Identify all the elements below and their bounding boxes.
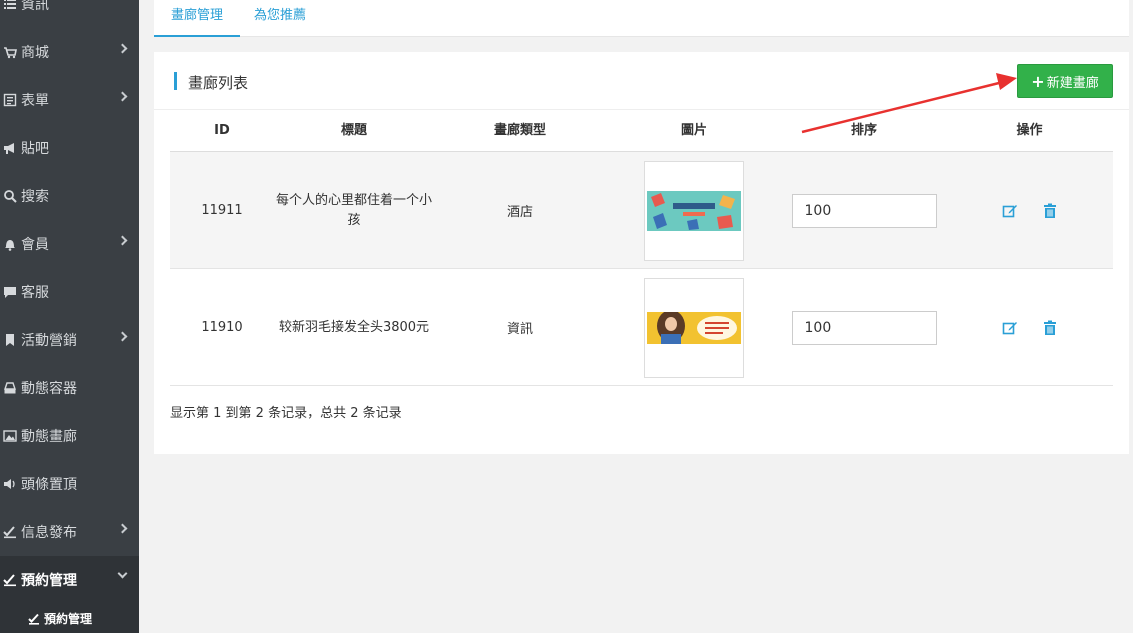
sidebar-item-label: 搜索 [21, 189, 49, 205]
bell-icon [3, 237, 17, 251]
form-icon [3, 93, 17, 107]
tab-label: 畫廊管理 [170, 8, 223, 23]
sidebar-item-container[interactable]: 動態容器 [0, 364, 139, 412]
cell-sort [782, 152, 946, 269]
add-gallery-label: 新建畫廊 [1046, 75, 1099, 91]
sidebar-item-marketing[interactable]: 活動營銷 [0, 316, 139, 364]
tab-label: 為您推薦 [254, 8, 307, 23]
sidebar-item-forum[interactable]: 貼吧 [0, 124, 139, 172]
sidebar-item-gallery[interactable]: 動態畫廊 [0, 412, 139, 460]
tab-recommend[interactable]: 為您推薦 [254, 0, 314, 37]
column-header-actions: 操作 [1016, 123, 1043, 138]
cell-type: 資訊 [506, 322, 533, 337]
cell-image [606, 269, 782, 386]
sidebar-item-service[interactable]: 客服 [0, 268, 139, 316]
cell-id: 11911 [201, 203, 243, 218]
sidebar-item-mall[interactable]: 商城 [0, 28, 139, 76]
plus-icon: + [1031, 71, 1045, 91]
chevron-right-icon [117, 91, 128, 102]
cart-icon [3, 45, 17, 59]
panel-header: 畫廊列表 + 新建畫廊 [154, 52, 1129, 110]
chevron-down-icon [117, 568, 128, 579]
comment-icon [3, 285, 17, 299]
sidebar-item-label: 商城 [21, 45, 49, 61]
column-header-title: 標題 [340, 123, 367, 138]
edit-icon[interactable] [1002, 203, 1018, 219]
sidebar-item-publish[interactable]: 信息發布 [0, 508, 139, 556]
sidebar-item-forms[interactable]: 表單 [0, 76, 139, 124]
cell-title-wrap: 较新羽毛接发全头3800元 [274, 269, 434, 386]
column-header-type: 畫廊類型 [493, 123, 546, 138]
thumbnail[interactable] [644, 277, 744, 378]
tab-gallery-management[interactable]: 畫廊管理 [154, 0, 240, 37]
pagination-info: 显示第 1 到第 2 条记录，总共 2 条记录 [170, 406, 402, 421]
sidebar-item-info[interactable]: 資訊 [0, 0, 139, 28]
girl-banner-image [647, 311, 741, 344]
bullhorn-icon [3, 141, 17, 155]
sidebar-item-headline[interactable]: 頭條置頂 [0, 460, 139, 508]
sidebar-item-label: 活動營銷 [21, 333, 77, 349]
add-gallery-button[interactable]: + 新建畫廊 [1017, 64, 1113, 98]
gallery-panel: 畫廊列表 + 新建畫廊 ID 標題 畫廊類型 圖片 排序 操作 11911 每个… [154, 52, 1129, 454]
check-icon [3, 573, 17, 587]
chevron-right-icon [117, 331, 128, 342]
list-icon [3, 0, 17, 11]
sort-input[interactable] [791, 310, 937, 345]
sidebar-item-label: 客服 [21, 285, 49, 301]
table-row: 11910 较新羽毛接发全头3800元 資訊 [170, 269, 1113, 386]
search-icon [3, 189, 17, 203]
sidebar-subitem-booking[interactable]: 預約管理 [0, 604, 139, 633]
tab-bar: 畫廊管理 為您推薦 [154, 0, 1129, 37]
cell-image [606, 152, 782, 269]
cell-actions [946, 152, 1113, 269]
table-header: ID 標題 畫廊類型 圖片 排序 操作 [170, 110, 1113, 152]
sidebar-item-label: 動態容器 [21, 381, 77, 397]
chevron-right-icon [117, 523, 128, 534]
sidebar-item-label: 表單 [21, 93, 49, 109]
sidebar-item-label: 貼吧 [21, 141, 49, 157]
bookmark-icon [3, 333, 17, 347]
cell-id: 11910 [201, 320, 243, 335]
chevron-right-icon [117, 235, 128, 246]
trash-icon[interactable] [1042, 203, 1058, 219]
trash-icon[interactable] [1042, 320, 1058, 336]
cell-title: 每个人的心里都住着一个小孩 [275, 192, 432, 228]
hdd-icon [3, 381, 17, 395]
check-icon [3, 525, 17, 539]
volume-icon [3, 477, 17, 491]
chevron-right-icon [117, 43, 128, 54]
column-header-image: 圖片 [680, 123, 707, 138]
title-accent-bar [174, 72, 177, 90]
column-header-sort: 排序 [850, 123, 877, 138]
table-row: 11911 每个人的心里都住着一个小孩 酒店 [170, 152, 1113, 269]
sidebar: 資訊 商城 表單 貼吧 搜索 會員 客服 活動營銷 動態容器 動態畫廊 頭條置頂… [0, 0, 139, 633]
sidebar-item-label: 動態畫廊 [21, 429, 77, 445]
sidebar-item-label: 會員 [21, 237, 49, 253]
sidebar-item-members[interactable]: 會員 [0, 220, 139, 268]
cell-type: 酒店 [506, 205, 533, 220]
sidebar-item-label: 預約管理 [21, 573, 77, 589]
sort-input[interactable] [791, 193, 937, 228]
sidebar-subitem-label: 預約管理 [44, 612, 93, 626]
cell-title-wrap: 每个人的心里都住着一个小孩 [274, 152, 434, 269]
picture-icon [3, 429, 17, 443]
sidebar-item-label: 資訊 [21, 0, 49, 13]
cell-title: 较新羽毛接发全头3800元 [278, 319, 430, 335]
teal-banner-image [647, 190, 741, 231]
sidebar-item-booking[interactable]: 預約管理 [0, 556, 139, 604]
edit-icon[interactable] [1002, 320, 1018, 336]
sidebar-item-label: 頭條置頂 [21, 477, 77, 493]
thumbnail[interactable] [644, 160, 744, 261]
cell-sort [782, 269, 946, 386]
panel-title: 畫廊列表 [188, 74, 249, 92]
sidebar-item-label: 信息發布 [21, 525, 77, 541]
column-header-id: ID [214, 123, 230, 138]
cell-actions [946, 269, 1113, 386]
sidebar-item-search[interactable]: 搜索 [0, 172, 139, 220]
check-icon [28, 613, 40, 625]
